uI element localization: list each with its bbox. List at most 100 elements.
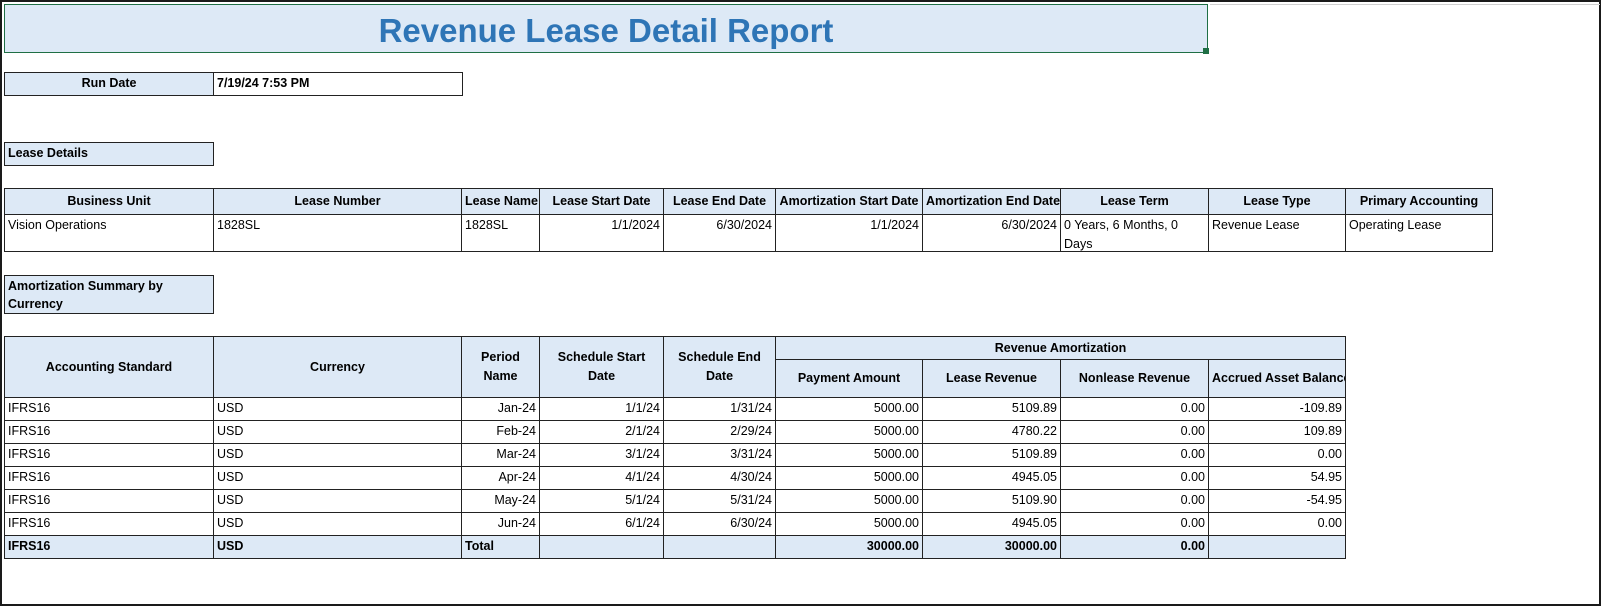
table-cell[interactable]: IFRS16 (4, 420, 214, 444)
selection-fill-handle[interactable] (1203, 48, 1209, 54)
table-cell[interactable]: 5109.89 (922, 443, 1061, 467)
table-cell[interactable]: 54.95 (1208, 466, 1346, 490)
table-cell[interactable]: 0.00 (1060, 443, 1209, 467)
table-cell[interactable]: 6/30/24 (663, 512, 776, 536)
table-cell[interactable]: USD (213, 420, 462, 444)
table-cell[interactable]: 1/1/24 (539, 397, 664, 421)
amortization-header-cell[interactable]: Accrued Asset Balance (1208, 359, 1346, 398)
table-cell[interactable]: 5/31/24 (663, 489, 776, 513)
table-cell[interactable]: 2/29/24 (663, 420, 776, 444)
table-cell[interactable]: 2/1/24 (539, 420, 664, 444)
table-cell[interactable]: 5/1/24 (539, 489, 664, 513)
total-row-cell[interactable] (663, 535, 776, 559)
lease-header-cell[interactable]: Lease Name (461, 188, 540, 215)
lease-header-cell[interactable]: Amortization End Date (922, 188, 1061, 215)
amortization-header-cell[interactable]: Schedule End Date (663, 336, 776, 398)
table-cell[interactable]: 0.00 (1060, 466, 1209, 490)
total-row-cell[interactable]: 30000.00 (922, 535, 1061, 559)
table-cell[interactable]: 4780.22 (922, 420, 1061, 444)
revenue-amortization-group-header[interactable]: Revenue Amortization (775, 336, 1346, 360)
table-cell[interactable]: -54.95 (1208, 489, 1346, 513)
table-cell[interactable]: 3/31/24 (663, 443, 776, 467)
spreadsheet-sheet: Revenue Lease Detail Report Run Date 7/1… (0, 0, 1601, 606)
table-cell[interactable]: 4/1/24 (539, 466, 664, 490)
table-cell[interactable]: 0.00 (1060, 397, 1209, 421)
table-cell[interactable]: USD (213, 489, 462, 513)
table-cell[interactable]: USD (213, 397, 462, 421)
table-cell[interactable]: 0.00 (1060, 420, 1209, 444)
report-title[interactable]: Revenue Lease Detail Report (4, 4, 1208, 53)
table-cell[interactable]: 5000.00 (775, 420, 923, 444)
lease-data-cell[interactable]: 1/1/2024 (539, 214, 664, 252)
lease-data-cell[interactable]: 1/1/2024 (775, 214, 923, 252)
lease-data-cell[interactable]: 0 Years, 6 Months, 0 Days (1060, 214, 1209, 252)
lease-header-cell[interactable]: Lease Number (213, 188, 462, 215)
table-cell[interactable]: 5109.90 (922, 489, 1061, 513)
lease-data-cell[interactable]: 1828SL (461, 214, 540, 252)
table-cell[interactable]: USD (213, 443, 462, 467)
lease-data-cell[interactable]: Operating Lease (1345, 214, 1493, 252)
table-cell[interactable]: 1/31/24 (663, 397, 776, 421)
run-date-value[interactable]: 7/19/24 7:53 PM (213, 72, 463, 96)
total-row-cell[interactable] (1208, 535, 1346, 559)
lease-header-cell[interactable]: Business Unit (4, 188, 214, 215)
table-cell[interactable]: USD (213, 466, 462, 490)
table-cell[interactable]: 6/1/24 (539, 512, 664, 536)
table-cell[interactable]: 0.00 (1060, 512, 1209, 536)
table-cell[interactable]: 5000.00 (775, 397, 923, 421)
lease-data-cell[interactable]: Vision Operations (4, 214, 214, 252)
table-cell[interactable]: IFRS16 (4, 443, 214, 467)
lease-header-cell[interactable]: Lease Type (1208, 188, 1346, 215)
table-cell[interactable]: 0.00 (1208, 512, 1346, 536)
table-cell[interactable]: 109.89 (1208, 420, 1346, 444)
amortization-header-cell[interactable]: Payment Amount (775, 359, 923, 398)
total-row-cell[interactable]: USD (213, 535, 462, 559)
lease-header-cell[interactable]: Lease Term (1060, 188, 1209, 215)
table-cell[interactable]: 0.00 (1208, 443, 1346, 467)
table-cell[interactable]: 5000.00 (775, 466, 923, 490)
amortization-summary-section-label[interactable]: Amortization Summary by Currency (4, 275, 214, 314)
lease-data-cell[interactable]: 1828SL (213, 214, 462, 252)
lease-header-cell[interactable]: Primary Accounting (1345, 188, 1493, 215)
table-cell[interactable]: Mar-24 (461, 443, 540, 467)
table-cell[interactable]: -109.89 (1208, 397, 1346, 421)
total-row-cell[interactable]: 30000.00 (775, 535, 923, 559)
table-cell[interactable]: 0.00 (1060, 489, 1209, 513)
lease-header-cell[interactable]: Lease End Date (663, 188, 776, 215)
total-row-cell[interactable]: 0.00 (1060, 535, 1209, 559)
lease-header-cell[interactable]: Amortization Start Date (775, 188, 923, 215)
run-date-label[interactable]: Run Date (4, 72, 214, 96)
lease-data-cell[interactable]: Revenue Lease (1208, 214, 1346, 252)
table-cell[interactable]: 5109.89 (922, 397, 1061, 421)
amortization-header-cell[interactable]: Nonlease Revenue (1060, 359, 1209, 398)
amortization-header-cell[interactable]: Period Name (461, 336, 540, 398)
lease-data-cell[interactable]: 6/30/2024 (922, 214, 1061, 252)
table-cell[interactable]: IFRS16 (4, 466, 214, 490)
table-cell[interactable]: Apr-24 (461, 466, 540, 490)
table-cell[interactable]: Jan-24 (461, 397, 540, 421)
total-row-cell[interactable]: IFRS16 (4, 535, 214, 559)
table-cell[interactable]: Feb-24 (461, 420, 540, 444)
amortization-header-cell[interactable]: Schedule Start Date (539, 336, 664, 398)
total-row-cell[interactable] (539, 535, 664, 559)
table-cell[interactable]: 4945.05 (922, 466, 1061, 490)
lease-details-section-label[interactable]: Lease Details (4, 142, 214, 166)
amortization-header-cell[interactable]: Currency (213, 336, 462, 398)
table-cell[interactable]: May-24 (461, 489, 540, 513)
table-cell[interactable]: IFRS16 (4, 512, 214, 536)
table-cell[interactable]: Jun-24 (461, 512, 540, 536)
table-cell[interactable]: 5000.00 (775, 443, 923, 467)
lease-header-cell[interactable]: Lease Start Date (539, 188, 664, 215)
total-row-cell[interactable]: Total (461, 535, 540, 559)
amortization-header-cell[interactable]: Accounting Standard (4, 336, 214, 398)
table-cell[interactable]: 4/30/24 (663, 466, 776, 490)
table-cell[interactable]: 5000.00 (775, 512, 923, 536)
lease-data-cell[interactable]: 6/30/2024 (663, 214, 776, 252)
table-cell[interactable]: 3/1/24 (539, 443, 664, 467)
table-cell[interactable]: USD (213, 512, 462, 536)
table-cell[interactable]: 5000.00 (775, 489, 923, 513)
amortization-header-cell[interactable]: Lease Revenue (922, 359, 1061, 398)
table-cell[interactable]: IFRS16 (4, 489, 214, 513)
table-cell[interactable]: 4945.05 (922, 512, 1061, 536)
table-cell[interactable]: IFRS16 (4, 397, 214, 421)
